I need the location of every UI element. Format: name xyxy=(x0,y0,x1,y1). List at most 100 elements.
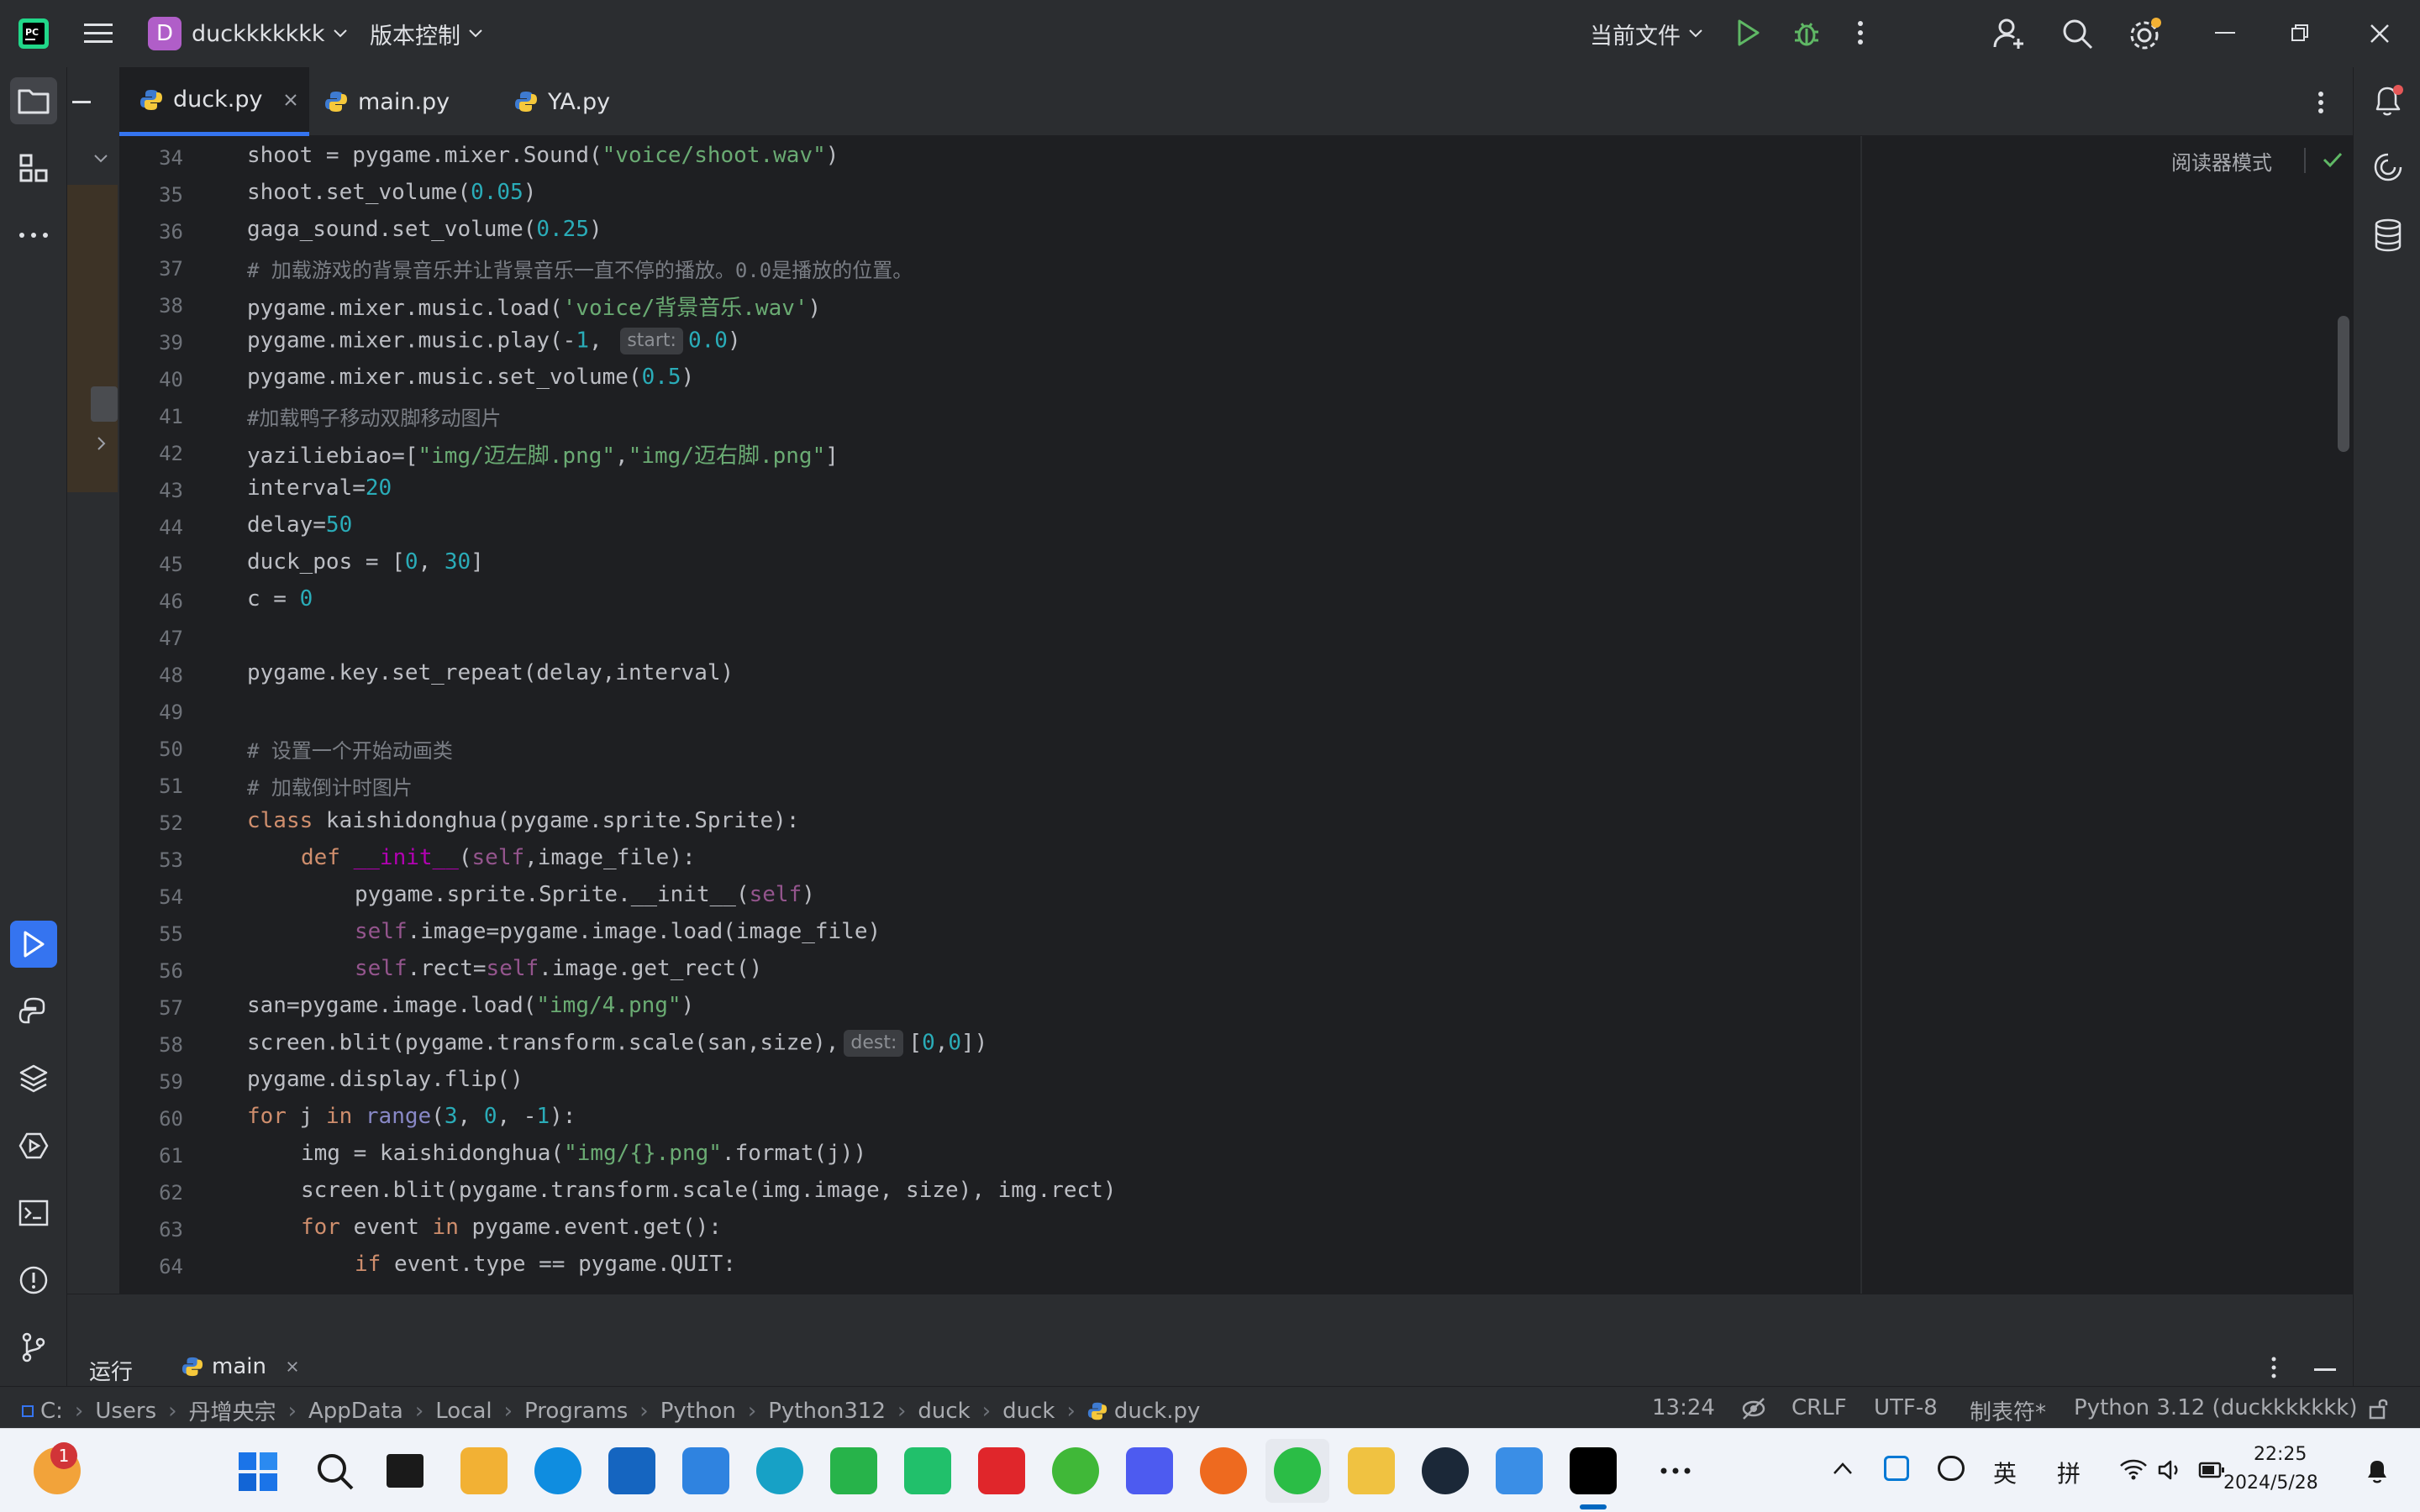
volume-icon[interactable] xyxy=(2158,1459,2183,1481)
breadcrumb-item[interactable]: Python312 xyxy=(768,1399,886,1424)
hide-panel-icon[interactable] xyxy=(72,101,91,103)
app-icon-2[interactable] xyxy=(682,1447,729,1494)
code-line-58[interactable]: screen.blit(pygame.transform.scale(san,s… xyxy=(247,1030,987,1057)
close-tab-icon[interactable] xyxy=(284,93,297,107)
code-line-35[interactable]: shoot.set_volume(0.05) xyxy=(247,180,536,205)
app-icon-3[interactable] xyxy=(756,1447,803,1494)
python-packages-button[interactable] xyxy=(10,1055,57,1102)
notifications-bell-icon[interactable] xyxy=(2372,84,2404,118)
breadcrumb-item[interactable]: duck xyxy=(1002,1399,1055,1424)
panel-options-icon[interactable] xyxy=(2270,1357,2277,1378)
onedrive-icon[interactable] xyxy=(1938,1456,1965,1481)
tab-duck-py[interactable]: duck.py xyxy=(119,67,309,136)
settings-gear-icon[interactable] xyxy=(2128,17,2163,52)
git-tool-button[interactable] xyxy=(10,1324,57,1371)
close-window-icon[interactable] xyxy=(2370,24,2390,44)
code-line-51[interactable]: # 加载倒计时图片 xyxy=(247,771,413,801)
code-line-40[interactable]: pygame.mixer.music.set_volume(0.5) xyxy=(247,365,694,390)
project-tool-button[interactable] xyxy=(10,77,57,124)
tray-app-icon[interactable] xyxy=(1884,1456,1909,1481)
code-line-61[interactable]: img = kaishidonghua("img/{}.png".format(… xyxy=(301,1141,866,1166)
app-icon-7[interactable] xyxy=(1496,1447,1543,1494)
notification-center-icon[interactable] xyxy=(2365,1457,2390,1484)
tab-options-icon[interactable] xyxy=(2317,91,2324,114)
code-line-48[interactable]: pygame.key.set_repeat(delay,interval) xyxy=(247,660,734,685)
vcs-menu[interactable]: 版本控制 xyxy=(370,17,482,50)
input-language-indicator[interactable]: 英 xyxy=(1993,1456,2017,1489)
tab-ya-py[interactable]: YA.py xyxy=(514,67,666,136)
taskbar-search-icon[interactable] xyxy=(316,1452,355,1491)
steam-icon[interactable] xyxy=(1422,1447,1469,1494)
run-tab-main[interactable]: main xyxy=(182,1352,298,1382)
file-encoding[interactable]: UTF-8 xyxy=(1874,1395,1938,1420)
code-line-64[interactable]: if event.type == pygame.QUIT: xyxy=(355,1252,736,1277)
code-line-53[interactable]: def __init__(self,image_file): xyxy=(301,845,696,870)
indent-setting[interactable]: 制表符* xyxy=(1970,1395,2046,1426)
structure-tool-button[interactable] xyxy=(10,144,57,192)
breadcrumb-item[interactable]: C: xyxy=(40,1399,63,1424)
add-user-icon[interactable] xyxy=(1993,17,2027,50)
task-view-icon[interactable] xyxy=(387,1454,424,1488)
breadcrumb-item[interactable]: duck.py xyxy=(1114,1399,1201,1424)
firefox-icon[interactable] xyxy=(1200,1447,1247,1494)
power-save-icon[interactable] xyxy=(1741,1397,1766,1420)
code-line-59[interactable]: pygame.display.flip() xyxy=(247,1067,523,1092)
services-tool-button[interactable] xyxy=(10,1122,57,1169)
code-line-54[interactable]: pygame.sprite.Sprite.__init__(self) xyxy=(355,882,815,907)
code-line-57[interactable]: san=pygame.image.load("img/4.png") xyxy=(247,993,694,1018)
code-line-41[interactable]: #加载鸭子移动双脚移动图片 xyxy=(247,402,501,431)
code-line-44[interactable]: delay=50 xyxy=(247,512,352,538)
line-separator[interactable]: CRLF xyxy=(1791,1395,1847,1420)
more-tools-button[interactable] xyxy=(10,212,57,259)
tab-main-py[interactable]: main.py xyxy=(324,67,492,136)
run-config-selector[interactable]: 当前文件 xyxy=(1590,17,1702,50)
breadcrumb-item[interactable]: Programs xyxy=(524,1399,628,1424)
database-icon[interactable] xyxy=(2374,218,2402,252)
minimize-window-icon[interactable] xyxy=(2215,32,2235,34)
code-line-50[interactable]: # 设置一个开始动画类 xyxy=(247,734,453,764)
pycharm-taskbar-icon[interactable] xyxy=(1570,1447,1617,1494)
code-line-45[interactable]: duck_pos = [0, 30] xyxy=(247,549,484,575)
editor-vertical-scrollbar[interactable] xyxy=(2338,316,2349,452)
code-line-42[interactable]: yaziliebiao=["img/迈左脚.png","img/迈右脚.png"… xyxy=(247,438,839,470)
problems-tool-button[interactable] xyxy=(10,1257,57,1304)
code-line-43[interactable]: interval=20 xyxy=(247,475,392,501)
restore-window-icon[interactable] xyxy=(2291,24,2309,42)
app-icon-6[interactable] xyxy=(1126,1447,1173,1494)
code-line-37[interactable]: # 加载游戏的背景音乐并让背景音乐一直不停的播放。0.0是播放的位置。 xyxy=(247,254,913,283)
code-line-52[interactable]: class kaishidonghua(pygame.sprite.Sprite… xyxy=(247,808,799,833)
chevron-down-icon[interactable] xyxy=(94,155,108,163)
close-tab-icon[interactable] xyxy=(287,1361,298,1373)
reader-mode-toggle[interactable]: 阅读器模式 xyxy=(2171,146,2272,176)
app-icon-4[interactable] xyxy=(830,1447,877,1494)
python-interpreter[interactable]: Python 3.12 (duckkkkkkk) xyxy=(2074,1395,2358,1420)
app-icon-1[interactable] xyxy=(460,1447,508,1494)
battery-icon[interactable] xyxy=(2198,1461,2225,1479)
code-line-38[interactable]: pygame.mixer.music.load('voice/背景音乐.wav'… xyxy=(247,291,821,322)
run-tool-button[interactable] xyxy=(10,921,57,968)
youdao-icon[interactable] xyxy=(978,1447,1025,1494)
search-icon[interactable] xyxy=(2062,18,2094,50)
breadcrumb-item[interactable]: Users xyxy=(95,1399,156,1424)
chevron-right-icon[interactable] xyxy=(97,437,106,450)
debug-button[interactable] xyxy=(1791,17,1822,49)
code-line-56[interactable]: self.rect=self.image.get_rect() xyxy=(355,956,762,981)
code-line-55[interactable]: self.image=pygame.image.load(image_file) xyxy=(355,919,881,944)
pycharm-logo-icon[interactable]: PC xyxy=(18,18,49,49)
code-line-63[interactable]: for event in pygame.event.get(): xyxy=(301,1215,722,1240)
code-line-34[interactable]: shoot = pygame.mixer.Sound("voice/shoot.… xyxy=(247,143,839,168)
file-explorer-icon[interactable] xyxy=(1348,1447,1395,1494)
run-button[interactable] xyxy=(1736,18,1761,47)
inspection-ok-icon[interactable] xyxy=(2323,151,2343,168)
more-actions-icon[interactable] xyxy=(1857,20,1864,45)
python-console-button[interactable] xyxy=(10,988,57,1035)
run-panel-title[interactable]: 运行 xyxy=(89,1355,133,1386)
caret-position[interactable]: 13:24 xyxy=(1652,1395,1715,1420)
code-line-39[interactable]: pygame.mixer.music.play(-1, start: 0.0) xyxy=(247,328,741,354)
project-selector[interactable]: D duckkkkkkk xyxy=(148,17,347,50)
input-method-indicator[interactable]: 拼 xyxy=(2057,1456,2081,1489)
clock-time[interactable]: 22:25 xyxy=(2254,1444,2307,1465)
preview-thumb[interactable] xyxy=(91,386,118,422)
music-app-icon[interactable] xyxy=(1052,1447,1099,1494)
wifi-icon[interactable] xyxy=(2119,1457,2148,1481)
